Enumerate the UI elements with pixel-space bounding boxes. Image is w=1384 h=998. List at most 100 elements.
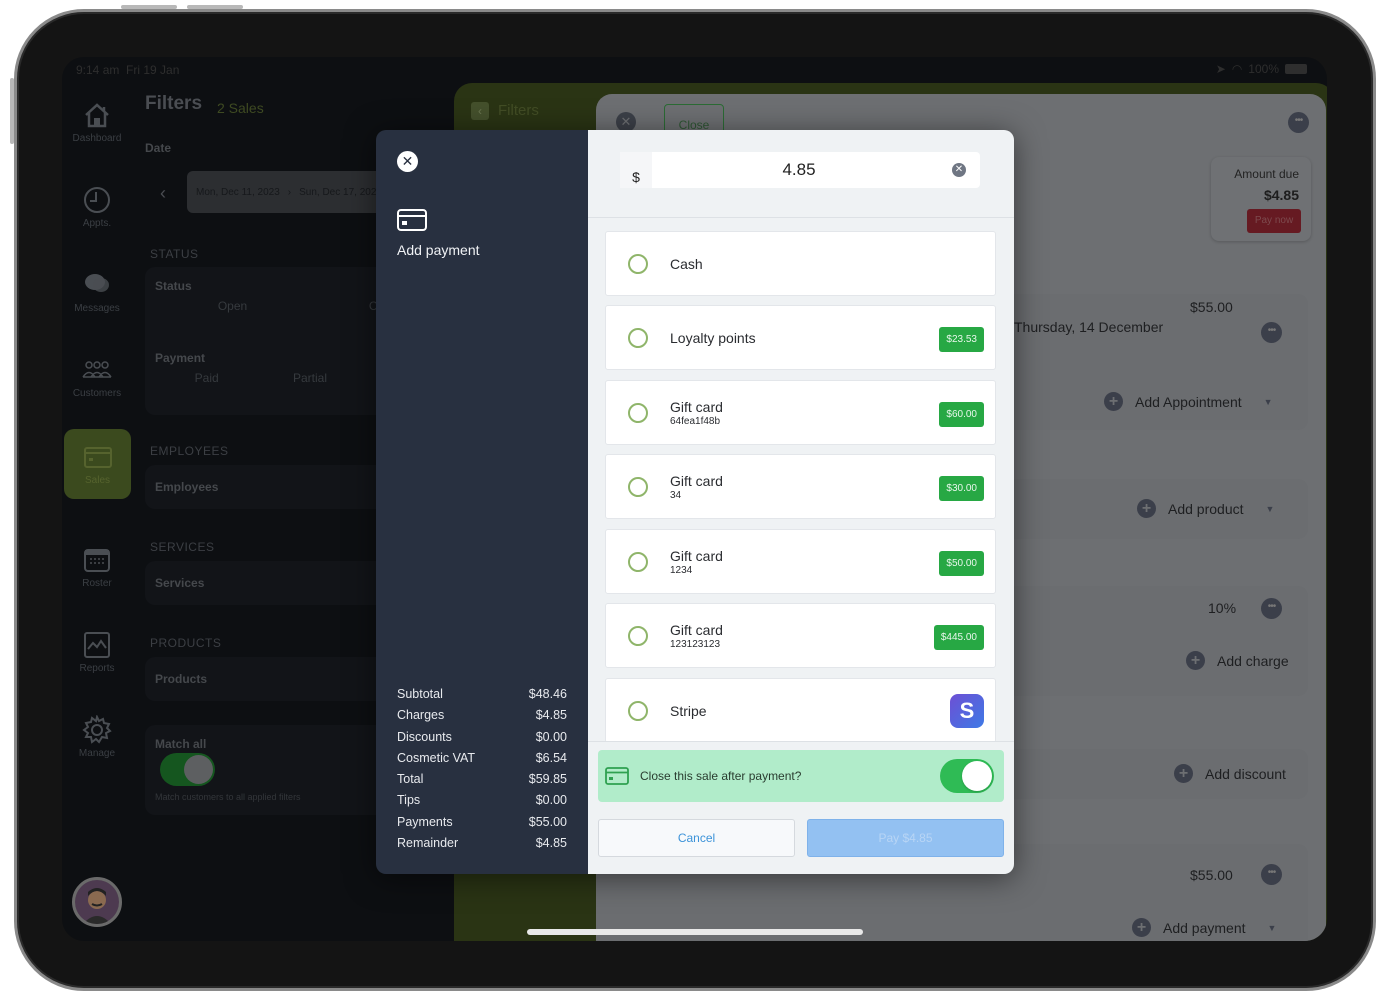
payment-partial[interactable]: Partial	[258, 371, 361, 385]
toggle-knob	[184, 755, 213, 784]
pay-now-button[interactable]: Pay now	[1247, 209, 1301, 233]
pay-button[interactable]: Pay $4.85	[807, 819, 1004, 857]
payment-method-stripe[interactable]: Stripe S	[605, 678, 996, 741]
payment-method-gift-card[interactable]: Gift card 64fea1f48b $60.00	[605, 380, 996, 445]
totals-row: Discounts $0.00	[397, 727, 567, 748]
amount-input[interactable]	[654, 152, 944, 188]
nav-label: Appts.	[82, 218, 112, 229]
stripe-logo-icon: S	[950, 694, 984, 728]
payment-paid[interactable]: Paid	[155, 371, 258, 385]
more-icon[interactable]: •••	[1261, 864, 1282, 885]
payment-method-gift-card[interactable]: Gift card 1234 $50.00	[605, 529, 996, 594]
method-name: Cash	[670, 256, 703, 272]
divider	[588, 741, 1014, 742]
employees-label: Employees	[155, 480, 219, 494]
nav-reports[interactable]: Reports	[62, 617, 132, 687]
radio-button[interactable]	[628, 403, 648, 423]
prev-week-button[interactable]: ‹	[160, 183, 166, 204]
totals-label: Tips	[397, 793, 421, 808]
radio-button[interactable]	[628, 328, 648, 348]
totals-row: Payments $55.00	[397, 812, 567, 833]
method-sub: 123123123	[670, 639, 721, 650]
radio-button[interactable]	[628, 477, 648, 497]
totals-label: Discounts	[397, 729, 452, 744]
totals-label: Total	[397, 772, 424, 787]
close-modal-button[interactable]: ✕	[397, 151, 418, 172]
totals-label: Payments	[397, 814, 453, 829]
nav-messages[interactable]: Messages	[62, 257, 132, 327]
method-name: Gift card	[670, 548, 723, 564]
balance-badge: $445.00	[933, 625, 984, 650]
sales-count: 2 Sales	[217, 100, 264, 116]
payment-method-cash[interactable]: Cash	[605, 231, 996, 296]
balance-badge: $50.00	[939, 551, 984, 576]
totals-row: Cosmetic VAT $6.54	[397, 748, 567, 769]
products-label: Products	[155, 672, 208, 686]
add-charge-button[interactable]: + Add charge	[1186, 651, 1289, 670]
add-product-button[interactable]: + Add product ▼	[1137, 499, 1274, 518]
modal-summary-panel: ✕ Add payment Subtotal $48.46 Charges $4.8…	[376, 130, 588, 874]
payment-method-gift-card[interactable]: Gift card 34 $30.00	[605, 454, 996, 519]
totals-value: $4.85	[535, 836, 567, 851]
payment-method-gift-card[interactable]: Gift card 123123123 $445.00	[605, 603, 996, 668]
amount-due-label: Amount due	[1234, 167, 1299, 181]
close-sheet-button[interactable]: ✕	[616, 112, 636, 132]
payment-methods-panel: $ ✕ Cash Loyalty points $23.53 Gift card	[588, 130, 1014, 874]
nav-dashboard[interactable]: Dashboard	[62, 87, 132, 157]
device-button	[187, 5, 243, 9]
totals-label: Subtotal	[397, 687, 443, 701]
close-sale-toggle[interactable]	[940, 759, 994, 793]
house-icon	[85, 103, 109, 128]
add-appointment-label: Add Appointment	[1135, 393, 1242, 410]
home-indicator[interactable]	[527, 929, 863, 935]
method-name: Gift card	[670, 399, 723, 415]
match-all-label: Match all	[155, 737, 207, 751]
nav-appts[interactable]: Appts.	[62, 172, 132, 242]
payment-methods-list: Cash Loyalty points $23.53 Gift card 64f…	[588, 218, 1014, 741]
battery-icon	[1285, 64, 1307, 74]
clear-icon[interactable]: ✕	[952, 163, 966, 177]
totals-value: $0.00	[535, 729, 567, 744]
amount-field: $ ✕	[620, 152, 980, 188]
match-all-toggle[interactable]	[160, 753, 215, 786]
totals-row: Tips $0.00	[397, 790, 567, 811]
nav-roster[interactable]: Roster	[62, 532, 132, 602]
add-appointment-button[interactable]: + Add Appointment ▼	[1104, 392, 1273, 411]
toggle-knob	[962, 761, 992, 791]
totals-row: Remainder $4.85	[397, 833, 567, 854]
status-open[interactable]: Open	[155, 299, 310, 313]
nav-label: Sales	[84, 475, 110, 486]
nav-label: Manage	[78, 748, 116, 759]
radio-button[interactable]	[628, 552, 648, 572]
avatar[interactable]	[72, 877, 122, 927]
totals-value: $6.54	[535, 750, 567, 765]
nav-label: Dashboard	[72, 133, 122, 144]
payment-method-loyalty[interactable]: Loyalty points $23.53	[605, 305, 996, 370]
add-payment-modal: ✕ Add payment Subtotal $48.46 Charges $4.8…	[376, 130, 1014, 874]
card-icon	[605, 767, 629, 785]
add-payment-button[interactable]: + Add payment ▼	[1132, 918, 1276, 937]
clock-icon	[84, 187, 110, 213]
add-discount-button[interactable]: + Add discount	[1174, 764, 1286, 783]
totals-list: Subtotal $48.46 Charges $4.85 Discounts $0.…	[397, 684, 567, 854]
balance-badge: $30.00	[939, 476, 984, 501]
match-all-hint: Match customers to all applied filters	[155, 792, 301, 802]
date-from: Mon, Dec 11, 2023	[196, 186, 280, 198]
nav-label: Roster	[82, 578, 112, 589]
back-button[interactable]: ‹	[471, 102, 489, 120]
more-icon[interactable]: •••	[1261, 322, 1282, 343]
more-icon[interactable]: •••	[1288, 112, 1309, 133]
radio-button[interactable]	[628, 254, 648, 274]
amount-due-card: Amount due $4.85 Pay now	[1211, 157, 1311, 241]
calendar-icon	[84, 549, 110, 572]
nav-customers[interactable]: Customers	[62, 342, 132, 412]
radio-button[interactable]	[628, 626, 648, 646]
more-icon[interactable]: •••	[1261, 598, 1282, 619]
balance-badge: $60.00	[939, 402, 984, 427]
radio-button[interactable]	[628, 701, 648, 721]
method-name: Loyalty points	[670, 330, 756, 346]
totals-value: $55.00	[528, 814, 567, 829]
nav-sales[interactable]: Sales	[64, 429, 131, 499]
cancel-button[interactable]: Cancel	[598, 819, 795, 857]
nav-manage[interactable]: Manage	[62, 702, 132, 772]
